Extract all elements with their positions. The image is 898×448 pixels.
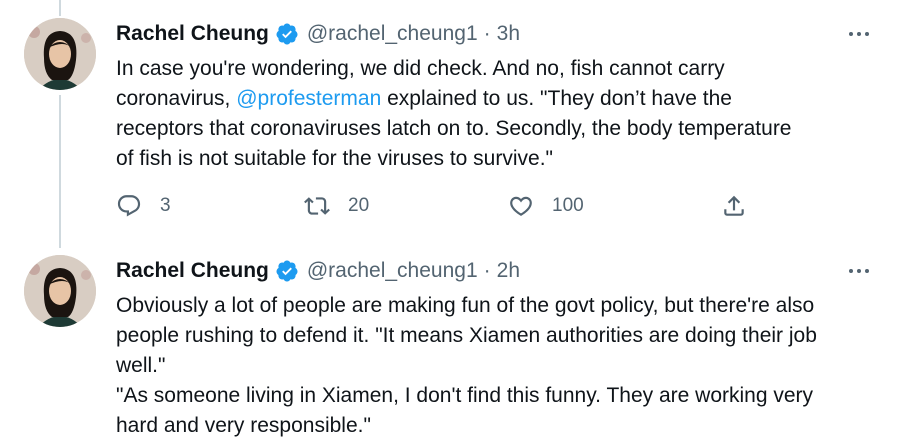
retweet-count: 20 [348,195,370,216]
like-count: 100 [552,195,584,216]
tweet-text-line: receptors that coronaviruses latch on to… [116,117,792,140]
verified-badge-icon [275,22,299,46]
avatar[interactable] [24,255,96,327]
tweet-text-line: people rushing to defend it. "It means X… [116,324,817,347]
mention-link[interactable]: @profesterman [236,87,381,110]
tweet-text-line: In case you're wondering, we did check. … [116,57,725,80]
reply-button[interactable]: 3 [116,188,171,224]
author-handle[interactable]: @rachel_cheung1 [307,22,478,46]
tweet-text-line: "As someone living in Xiamen, I don't fi… [116,384,814,407]
heart-icon [508,193,534,219]
timestamp[interactable]: 3h [497,22,520,46]
timestamp[interactable]: 2h [497,259,520,283]
author-handle[interactable]: @rachel_cheung1 [307,259,478,283]
avatar[interactable] [24,18,96,90]
author-name[interactable]: Rachel Cheung [116,259,269,283]
text-segment: explained to us. "They don’t have the [381,87,732,110]
tweet-header: Rachel Cheung @rachel_cheung1 · 3h [116,20,520,48]
tweet-text: Obviously a lot of people are making fun… [116,291,876,441]
tweet-header: Rachel Cheung @rachel_cheung1 · 2h [116,257,520,285]
reply-icon [116,193,142,219]
more-horizontal-icon[interactable] [844,261,874,281]
tweet-actions: 3 20 100 [116,188,766,224]
retweet-button[interactable]: 20 [304,188,369,224]
share-button[interactable] [721,188,747,224]
reply-count: 3 [160,195,171,216]
separator-dot: · [483,259,491,282]
retweet-icon [304,193,330,219]
author-name[interactable]: Rachel Cheung [116,22,269,46]
tweet-text-line: of fish is not suitable for the viruses … [116,147,553,170]
like-button[interactable]: 100 [508,188,584,224]
tweet-text-line: Obviously a lot of people are making fun… [116,294,815,317]
tweet-text: In case you're wondering, we did check. … [116,54,876,174]
verified-badge-icon [275,259,299,283]
tweet-text-line: well." [116,354,166,377]
thread-line-connector [59,95,61,248]
thread-line-top [59,0,61,16]
text-segment: coronavirus, [116,87,237,110]
tweet-text-line: hard and very responsible." [116,414,371,437]
tweet-text-line: coronavirus, @profesterman explained to … [116,84,876,114]
separator-dot: · [483,22,491,45]
share-icon [721,193,747,219]
more-horizontal-icon[interactable] [844,24,874,44]
